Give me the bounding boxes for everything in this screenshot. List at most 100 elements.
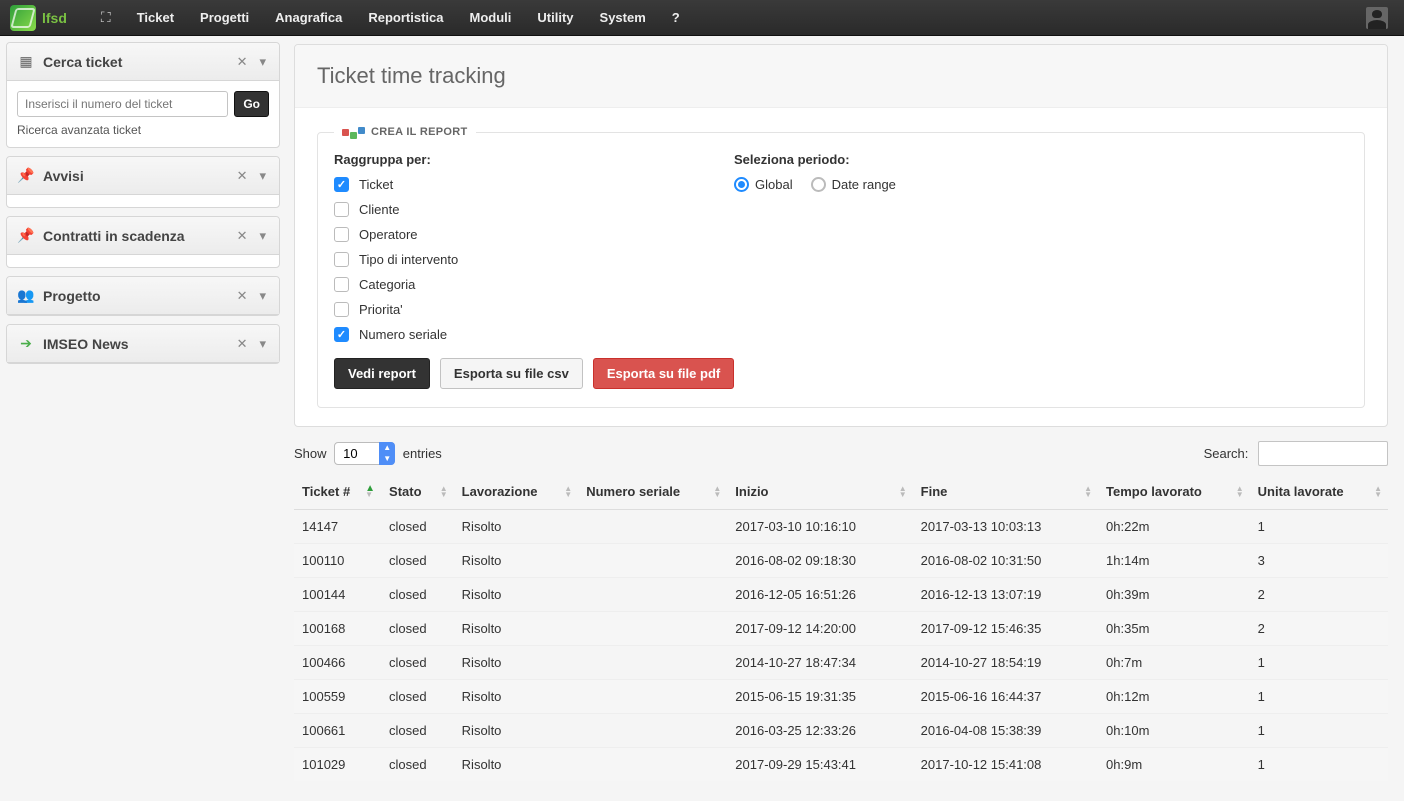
cell: 100168 <box>294 612 381 646</box>
nav-system[interactable]: System <box>588 2 658 33</box>
fullscreen-icon[interactable]: ⛶ <box>101 9 111 26</box>
portlet-news-header[interactable]: ➔ IMSEO News ✕ ▾ <box>7 325 279 363</box>
avatar-icon <box>1366 7 1388 29</box>
cell: 2015-06-15 19:31:35 <box>727 680 912 714</box>
cell: 2014-10-27 18:47:34 <box>727 646 912 680</box>
col-numeroseriale[interactable]: Numero seriale▲▼ <box>578 474 727 510</box>
col-lavorazione[interactable]: Lavorazione▲▼ <box>454 474 579 510</box>
collapse-icon[interactable]: ▾ <box>256 336 269 352</box>
portlet-contratti-title: Contratti in scadenza <box>43 228 234 244</box>
user-area[interactable] <box>1366 7 1394 29</box>
cell: 2016-12-05 16:51:26 <box>727 578 912 612</box>
nav-reportistica[interactable]: Reportistica <box>356 2 455 33</box>
portlet-search-header[interactable]: ▦ Cerca ticket ✕ ▾ <box>7 43 279 81</box>
collapse-icon[interactable]: ▾ <box>256 288 269 304</box>
close-icon[interactable]: ✕ <box>234 288 251 304</box>
cell: closed <box>381 680 454 714</box>
checkbox-icon[interactable] <box>334 327 349 342</box>
advanced-search-link[interactable]: Ricerca avanzata ticket <box>17 123 269 137</box>
period-option-daterange[interactable]: Date range <box>811 177 896 192</box>
checkbox-icon[interactable] <box>334 277 349 292</box>
table-row[interactable]: 100466closedRisolto2014-10-27 18:47:3420… <box>294 646 1388 680</box>
sort-icon[interactable]: ▲▼ <box>1374 486 1382 498</box>
cell <box>578 680 727 714</box>
col-tempolavorato[interactable]: Tempo lavorato▲▼ <box>1098 474 1250 510</box>
sort-icon[interactable]: ▲▼ <box>1084 486 1092 498</box>
col-inizio[interactable]: Inizio▲▼ <box>727 474 912 510</box>
radio-icon[interactable] <box>734 177 749 192</box>
table-row[interactable]: 100559closedRisolto2015-06-15 19:31:3520… <box>294 680 1388 714</box>
cell: 1 <box>1250 714 1388 748</box>
nav-[interactable]: ? <box>660 2 692 33</box>
table-row[interactable]: 14147closedRisolto2017-03-10 10:16:10201… <box>294 510 1388 544</box>
sort-icon[interactable]: ▲▼ <box>440 486 448 498</box>
radio-icon[interactable] <box>811 177 826 192</box>
cell: 14147 <box>294 510 381 544</box>
sort-icon[interactable]: ▲▼ <box>1236 486 1244 498</box>
portlet-contratti-header[interactable]: 📌 Contratti in scadenza ✕ ▾ <box>7 217 279 255</box>
cell: 0h:12m <box>1098 680 1250 714</box>
group-option-cliente[interactable]: Cliente <box>334 202 674 217</box>
table-search-input[interactable] <box>1258 441 1388 466</box>
col-fine[interactable]: Fine▲▼ <box>913 474 1098 510</box>
col-ticket[interactable]: Ticket #▲▼ <box>294 474 381 510</box>
group-option-priorita[interactable]: Priorita' <box>334 302 674 317</box>
cell: closed <box>381 714 454 748</box>
cell: 101029 <box>294 748 381 782</box>
cell: 2016-04-08 15:38:39 <box>913 714 1098 748</box>
table-row[interactable]: 100661closedRisolto2016-03-25 12:33:2620… <box>294 714 1388 748</box>
cell: 100559 <box>294 680 381 714</box>
checkbox-icon[interactable] <box>334 302 349 317</box>
cell: 2016-08-02 10:31:50 <box>913 544 1098 578</box>
nav-moduli[interactable]: Moduli <box>458 2 524 33</box>
checkbox-icon[interactable] <box>334 177 349 192</box>
table-row[interactable]: 101029closedRisolto2017-09-29 15:43:4120… <box>294 748 1388 782</box>
brand[interactable]: lfsd <box>10 5 67 31</box>
create-report-fieldset: CREA IL REPORT Raggruppa per: TicketClie… <box>317 126 1365 408</box>
export-csv-button[interactable]: Esporta su file csv <box>440 358 583 389</box>
table-row[interactable]: 100168closedRisolto2017-09-12 14:20:0020… <box>294 612 1388 646</box>
sort-icon[interactable]: ▲▼ <box>365 486 375 498</box>
col-stato[interactable]: Stato▲▼ <box>381 474 454 510</box>
portlet-progetto-header[interactable]: 👥 Progetto ✕ ▾ <box>7 277 279 315</box>
group-option-categoria[interactable]: Categoria <box>334 277 674 292</box>
group-option-operatore[interactable]: Operatore <box>334 227 674 242</box>
collapse-icon[interactable]: ▾ <box>256 168 269 184</box>
group-option-tipodiintervento[interactable]: Tipo di intervento <box>334 252 674 267</box>
close-icon[interactable]: ✕ <box>234 228 251 244</box>
nav-ticket[interactable]: Ticket <box>125 2 186 33</box>
sort-icon[interactable]: ▲▼ <box>564 486 572 498</box>
close-icon[interactable]: ✕ <box>234 336 251 352</box>
sort-icon[interactable]: ▲▼ <box>899 486 907 498</box>
sort-icon[interactable]: ▲▼ <box>713 486 721 498</box>
portlet-avvisi-header[interactable]: 📌 Avvisi ✕ ▾ <box>7 157 279 195</box>
close-icon[interactable]: ✕ <box>234 168 251 184</box>
cell: Risolto <box>454 510 579 544</box>
checkbox-icon[interactable] <box>334 202 349 217</box>
col-unitalavorate[interactable]: Unita lavorate▲▼ <box>1250 474 1388 510</box>
table-row[interactable]: 100110closedRisolto2016-08-02 09:18:3020… <box>294 544 1388 578</box>
checkbox-icon[interactable] <box>334 252 349 267</box>
group-option-ticket[interactable]: Ticket <box>334 177 674 192</box>
period-option-global[interactable]: Global <box>734 177 793 192</box>
ticket-search-input[interactable] <box>17 91 228 117</box>
cell <box>578 510 727 544</box>
nav-utility[interactable]: Utility <box>525 2 585 33</box>
group-option-numeroseriale[interactable]: Numero seriale <box>334 327 674 342</box>
export-pdf-button[interactable]: Esporta su file pdf <box>593 358 734 389</box>
stepper-icon[interactable]: ▲▼ <box>379 442 395 465</box>
go-button[interactable]: Go <box>234 91 269 117</box>
table-row[interactable]: 100144closedRisolto2016-12-05 16:51:2620… <box>294 578 1388 612</box>
collapse-icon[interactable]: ▾ <box>256 228 269 244</box>
nav-progetti[interactable]: Progetti <box>188 2 261 33</box>
close-icon[interactable]: ✕ <box>234 54 251 70</box>
view-report-button[interactable]: Vedi report <box>334 358 430 389</box>
checkbox-icon[interactable] <box>334 227 349 242</box>
portlet-avvisi: 📌 Avvisi ✕ ▾ <box>6 156 280 208</box>
cell: 1 <box>1250 680 1388 714</box>
cell: 2017-03-10 10:16:10 <box>727 510 912 544</box>
nav-anagrafica[interactable]: Anagrafica <box>263 2 354 33</box>
page-title: Ticket time tracking <box>317 63 1365 89</box>
collapse-icon[interactable]: ▾ <box>256 54 269 70</box>
group-by-list: Ticket Cliente Operatore Tipo di intervento… <box>334 177 674 342</box>
